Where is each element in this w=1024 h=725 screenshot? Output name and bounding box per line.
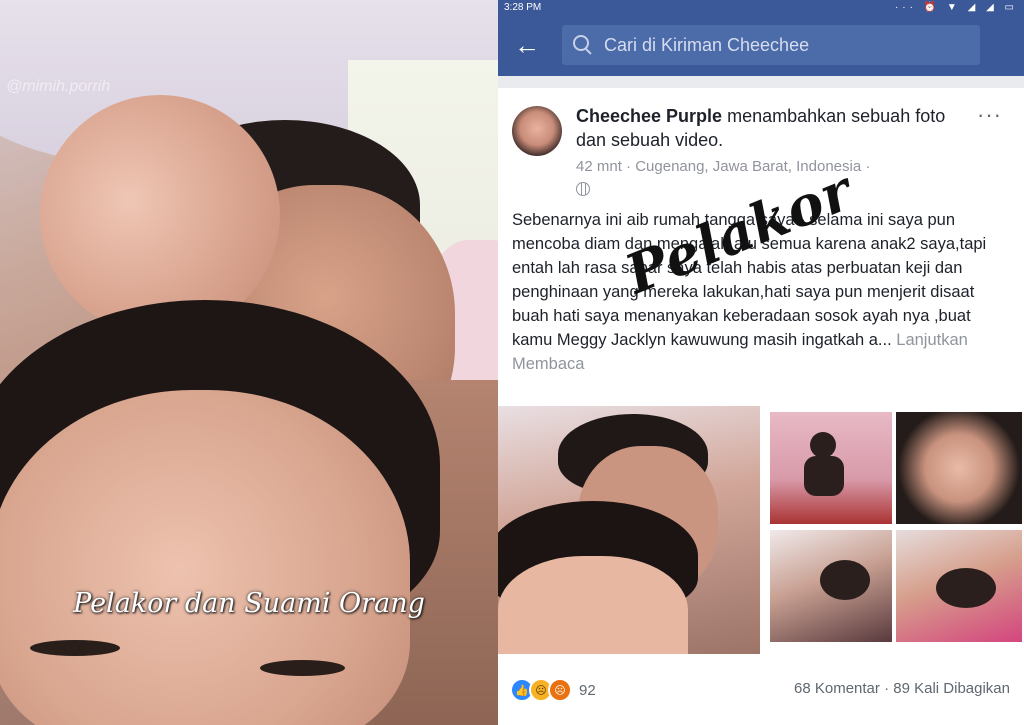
- photo-person-body: [804, 456, 844, 496]
- post-time[interactable]: 42 mnt: [576, 158, 622, 175]
- author-name[interactable]: Cheechee Purple: [576, 106, 722, 126]
- photo-thumb-1[interactable]: [770, 412, 892, 524]
- reaction-count: 92: [579, 681, 596, 699]
- status-bar: 3:28 PM ··· ⏰ ▼ ◢ ◢ ▭: [498, 0, 1024, 14]
- photo-person: [820, 560, 870, 600]
- globe-icon: [576, 182, 590, 197]
- photo-person: [810, 432, 836, 458]
- status-time: 3:28 PM: [504, 1, 542, 13]
- photo-thumb-4[interactable]: [896, 530, 1022, 642]
- photo-woman-face: [498, 556, 688, 654]
- video-still: @mimih.porrih Pelakor dan Suami Orang: [0, 0, 498, 725]
- engagement-counts: 68 Komentar · 89 Kali Dibagikan: [794, 680, 1010, 697]
- app-bar: ←: [498, 14, 1024, 76]
- post-card: Cheechee Purple menambahkan sebuah foto …: [498, 88, 1024, 725]
- facebook-screenshot: 3:28 PM ··· ⏰ ▼ ◢ ◢ ▭ ← Cheechee Purple …: [498, 0, 1024, 725]
- reactions[interactable]: 👍 ☹ ☹ 92: [510, 678, 596, 702]
- photo-main[interactable]: [498, 406, 760, 654]
- back-arrow-icon[interactable]: ←: [514, 30, 544, 61]
- search-icon: [572, 34, 594, 56]
- status-icons: ··· ⏰ ▼ ◢ ◢ ▭: [894, 1, 1018, 13]
- shares-count[interactable]: 89 Kali Dibagikan: [893, 680, 1010, 697]
- search-box[interactable]: [562, 25, 980, 65]
- watermark: @mimih.porrih: [6, 78, 111, 95]
- woman-face: [0, 390, 410, 725]
- avatar[interactable]: [512, 106, 562, 156]
- video-caption: Pelakor dan Suami Orang: [73, 588, 425, 619]
- photo-person: [936, 568, 996, 608]
- comments-count[interactable]: 68 Komentar: [794, 680, 880, 697]
- photo-grid: [498, 406, 1024, 666]
- photo-thumb-2[interactable]: [896, 412, 1022, 524]
- woman-eye-right: [260, 660, 345, 676]
- woman-eye-left: [30, 640, 120, 656]
- post-header: Cheechee Purple menambahkan sebuah foto …: [576, 104, 956, 152]
- search-input[interactable]: [602, 33, 946, 57]
- photo-thumb-3[interactable]: [770, 530, 892, 642]
- more-options-icon[interactable]: ···: [977, 102, 1002, 128]
- angry-reaction-icon: ☹: [548, 678, 572, 702]
